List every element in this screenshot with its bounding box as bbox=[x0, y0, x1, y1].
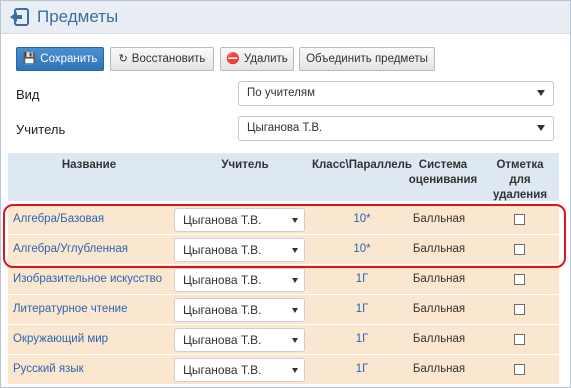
delete-checkbox[interactable] bbox=[514, 274, 525, 285]
grading-system: Балльная bbox=[412, 363, 466, 375]
save-button[interactable]: 💾 Сохранить bbox=[16, 47, 104, 71]
col-teacher-header: Учитель bbox=[221, 159, 269, 171]
class-link[interactable]: 1Г bbox=[320, 273, 404, 285]
page-title: Предметы bbox=[37, 7, 119, 26]
chevron-down-icon bbox=[292, 368, 298, 373]
col-system-header: Система оценивания bbox=[408, 159, 478, 186]
class-link[interactable]: 1Г bbox=[320, 363, 404, 375]
delete-checkbox[interactable] bbox=[514, 334, 525, 345]
chevron-down-icon bbox=[537, 90, 545, 96]
table-row: Окружающий мир Цыганова Т.В. 1Г Балльная bbox=[8, 325, 559, 355]
back-arrow-icon[interactable] bbox=[9, 8, 29, 26]
table-row: Изобразительное искусство Цыганова Т.В. … bbox=[8, 265, 559, 295]
grading-system: Балльная bbox=[412, 333, 466, 345]
title-bar: Предметы bbox=[1, 1, 570, 34]
chevron-down-icon bbox=[292, 278, 298, 283]
grading-system: Балльная bbox=[412, 303, 466, 315]
row-teacher-select[interactable]: Цыганова Т.В. bbox=[174, 268, 305, 292]
delete-checkbox[interactable] bbox=[514, 364, 525, 375]
subject-link[interactable]: Литературное чтение bbox=[13, 303, 128, 315]
class-link[interactable]: 1Г bbox=[320, 303, 404, 315]
table-header: Название Учитель Класс\Параллель Система… bbox=[8, 153, 559, 201]
class-link[interactable]: 1Г bbox=[320, 333, 404, 345]
col-class-header: Класс\Параллель bbox=[311, 159, 413, 171]
chevron-down-icon bbox=[292, 338, 298, 343]
floppy-disk-icon: 💾 bbox=[22, 52, 37, 65]
subject-link[interactable]: Изобразительное искусство bbox=[13, 273, 162, 285]
subjects-table: Название Учитель Класс\Параллель Система… bbox=[8, 153, 559, 388]
row-teacher-select[interactable]: Цыганова Т.В. bbox=[174, 328, 305, 352]
chevron-down-icon bbox=[292, 308, 298, 313]
view-select[interactable]: По учителям bbox=[238, 81, 554, 106]
teacher-label: Учитель bbox=[16, 122, 66, 137]
subject-link[interactable]: Русский язык bbox=[13, 363, 84, 375]
row-teacher-select[interactable]: Цыганова Т.В. bbox=[174, 298, 305, 322]
view-label: Вид bbox=[16, 87, 40, 102]
minus-circle-icon: ⛔ bbox=[226, 52, 240, 65]
delete-checkbox[interactable] bbox=[514, 304, 525, 315]
delete-button[interactable]: ⛔ Удалить bbox=[220, 47, 294, 71]
subject-link[interactable]: Окружающий мир bbox=[13, 333, 108, 345]
grading-system: Балльная bbox=[412, 273, 466, 285]
col-mark-header: Отметка для удаления bbox=[492, 159, 548, 201]
table-row: Русский язык Цыганова Т.В. 1Г Балльная bbox=[8, 355, 559, 385]
teacher-filter-select[interactable]: Цыганова Т.В. bbox=[238, 116, 554, 141]
highlight-annotation bbox=[3, 204, 566, 268]
chevron-down-icon bbox=[537, 125, 545, 131]
merge-subjects-button[interactable]: Объединить предметы bbox=[299, 47, 435, 71]
restore-button[interactable]: ↻ Восстановить bbox=[110, 47, 214, 71]
table-row: Литературное чтение Цыганова Т.В. 1Г Бал… bbox=[8, 295, 559, 325]
row-teacher-select[interactable]: Цыганова Т.В. bbox=[174, 358, 305, 382]
refresh-icon: ↻ bbox=[118, 52, 128, 65]
col-name-header: Название bbox=[61, 159, 117, 171]
